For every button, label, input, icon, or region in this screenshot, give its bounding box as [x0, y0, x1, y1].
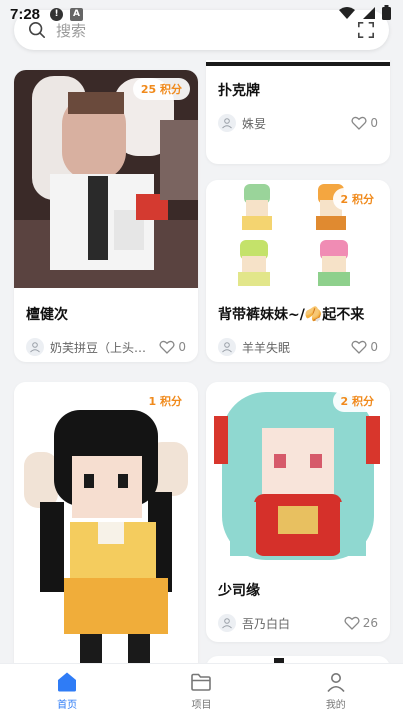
points-badge: 2 积分: [332, 390, 382, 412]
like-count: 0: [370, 340, 378, 354]
tab-home[interactable]: 首页: [0, 664, 134, 718]
author-avatar: [218, 614, 236, 632]
user-icon: [222, 618, 232, 629]
like-count: 0: [370, 116, 378, 130]
pattern-thumbnail: 1 积分: [14, 382, 198, 663]
heart-icon: [159, 340, 175, 354]
user-icon: [327, 673, 345, 693]
battery-icon: [382, 5, 391, 20]
pattern-title: 背带裤妹妹~/🥠起不来: [218, 307, 365, 323]
tab-label: 首页: [57, 700, 78, 711]
pattern-thumbnail: 2 积分: [206, 180, 390, 290]
home-icon: [58, 672, 77, 692]
author-name: 羊羊失眠: [242, 340, 291, 355]
pixel-portrait-image: [14, 70, 198, 288]
tab-projects[interactable]: 项目: [134, 664, 268, 718]
pattern-title: 扑克牌: [218, 83, 260, 99]
alert-icon: !: [50, 7, 64, 21]
author-name: 奶芙拼豆（上头版...: [50, 340, 156, 355]
like-button[interactable]: 0: [351, 340, 378, 354]
author-name: 吾乃白白: [242, 616, 291, 631]
user-icon: [30, 342, 40, 353]
points-badge: 1 积分: [140, 390, 190, 412]
like-count: 0: [178, 340, 186, 354]
pattern-card[interactable]: 25 积分 檀健次 奶芙拼豆（上头版... 0: [14, 70, 198, 362]
heart-icon: [351, 340, 367, 354]
pattern-feed[interactable]: 25 积分 檀健次 奶芙拼豆（上头版... 0 扑克牌 姝妟 0 2 积分 背带…: [0, 60, 403, 663]
pixel-girl-image: [24, 410, 188, 663]
wifi-icon: [339, 6, 355, 19]
status-bar: 7:28 ! A: [0, 0, 403, 28]
like-button[interactable]: 0: [351, 116, 378, 130]
author-name: 姝妟: [242, 116, 267, 131]
user-icon: [222, 118, 232, 129]
pattern-card[interactable]: 扑克牌 姝妟 0: [206, 60, 390, 164]
points-badge: 2 积分: [332, 188, 382, 210]
pattern-thumbnail: 25 积分: [14, 70, 198, 288]
author-avatar: [218, 114, 236, 132]
pattern-card[interactable]: 2 积分 少司缘 吾乃白白 26: [206, 382, 390, 642]
pattern-card[interactable]: 1 积分: [14, 382, 198, 663]
pattern-title: 少司缘: [218, 583, 260, 599]
tab-profile[interactable]: 我的: [269, 664, 403, 718]
like-count: 26: [362, 616, 378, 630]
author-avatar: [26, 338, 44, 356]
folder-icon: [191, 673, 212, 691]
bottom-tab-bar: 首页 项目 我的: [0, 663, 403, 718]
user-icon: [222, 342, 232, 353]
notification-icon: A: [70, 7, 84, 21]
pattern-thumbnail: [206, 60, 390, 68]
pattern-card[interactable]: [206, 656, 390, 663]
signal-icon: [363, 6, 375, 19]
like-button[interactable]: 0: [159, 340, 186, 354]
author-avatar: [218, 338, 236, 356]
status-time: 7:28: [10, 5, 41, 23]
heart-icon: [351, 116, 367, 130]
points-badge: 25 积分: [132, 78, 190, 100]
pattern-title: 檀健次: [26, 307, 68, 323]
tab-label: 我的: [325, 700, 346, 711]
heart-icon: [344, 616, 360, 630]
pattern-thumbnail: 2 积分: [206, 382, 390, 568]
pattern-card[interactable]: 2 积分 背带裤妹妹~/🥠起不来 羊羊失眠 0: [206, 180, 390, 362]
tab-label: 项目: [191, 700, 212, 711]
like-button[interactable]: 26: [344, 616, 378, 630]
